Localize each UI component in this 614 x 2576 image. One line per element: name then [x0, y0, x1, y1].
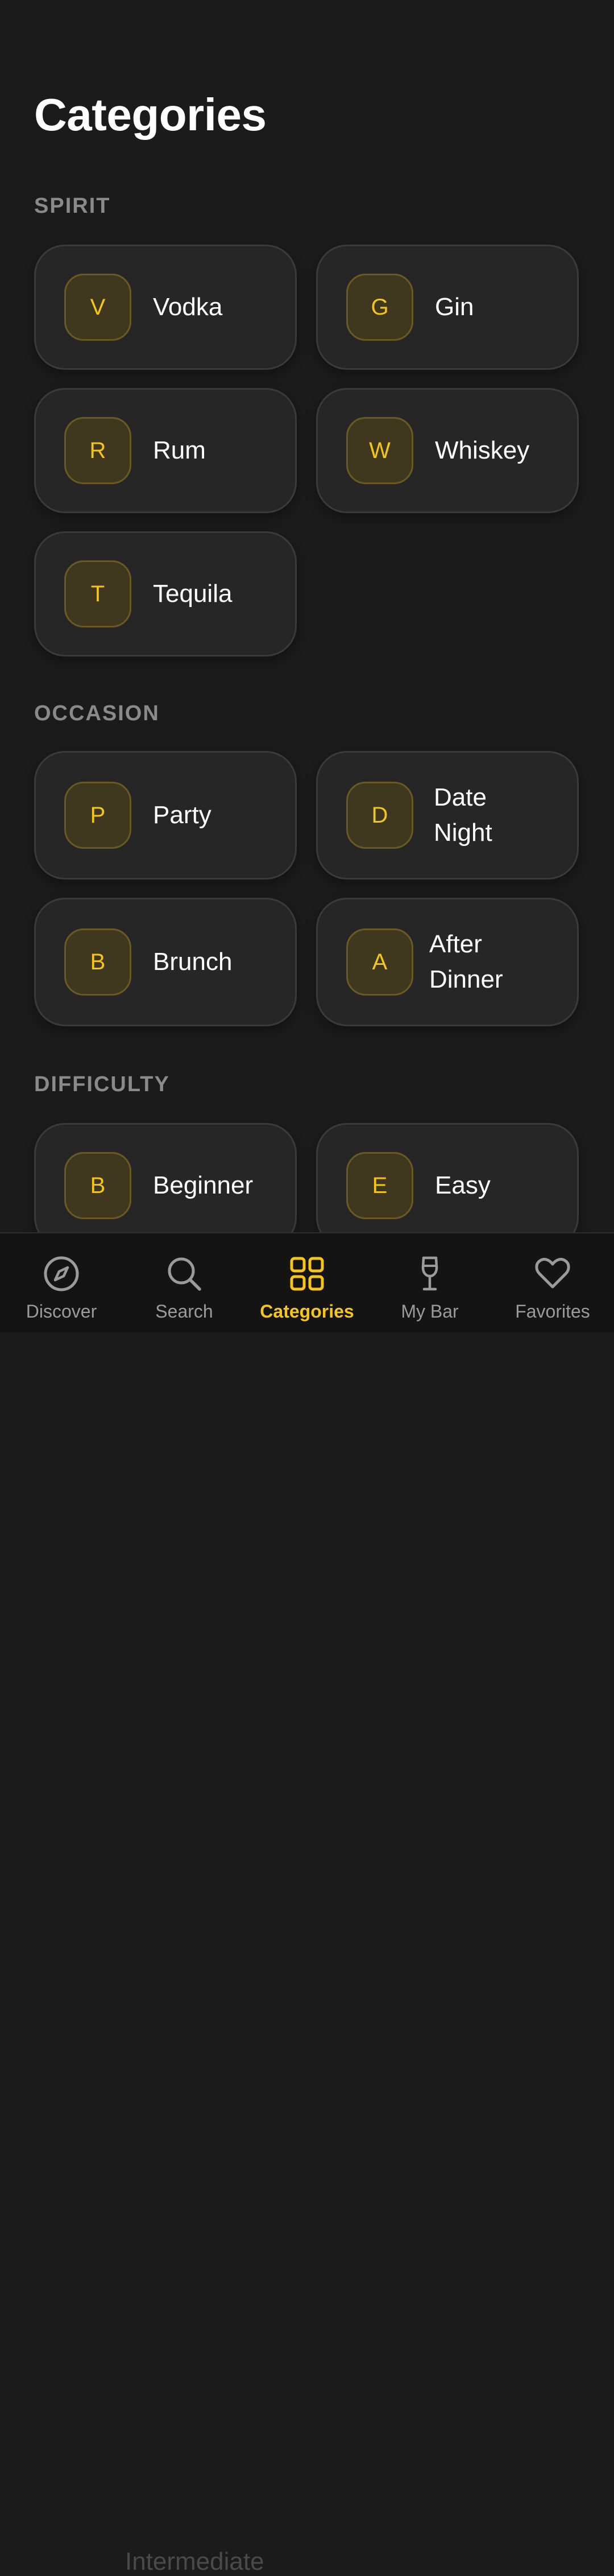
category-badge: A [346, 928, 413, 996]
category-label: Party [153, 801, 211, 829]
category-badge: P [64, 782, 131, 849]
category-card-date-night[interactable]: D Date Night [316, 751, 579, 880]
grid-icon [290, 1257, 324, 1291]
category-label: Brunch [153, 948, 233, 976]
category-label: Whiskey [435, 436, 530, 464]
nav-label: My Bar [401, 1301, 459, 1322]
category-badge: B [64, 1152, 131, 1219]
category-badge: V [64, 274, 131, 341]
compass-icon [44, 1256, 79, 1291]
page-title: Categories [34, 89, 267, 140]
category-card-beginner[interactable]: B Beginner [34, 1123, 297, 1248]
categories-screen: Categories SPIRIT V Vodka G Gin R Rum W … [0, 0, 614, 1331]
bottom-nav: Discover Search Categories My Bar Favori… [0, 1232, 614, 2575]
section-label-occasion: OCCASION [34, 701, 160, 725]
category-label: Date Night [434, 783, 492, 847]
category-card-brunch[interactable]: B Brunch [34, 898, 297, 1026]
nav-favorites[interactable]: Favorites [496, 1233, 609, 1332]
nav-label: Categories [260, 1301, 354, 1322]
nav-label: Favorites [515, 1301, 590, 1322]
category-label: Tequila [153, 580, 233, 608]
category-badge: R [64, 417, 131, 484]
category-card-party[interactable]: P Party [34, 751, 297, 880]
hidden-card-label: Intermediate [125, 2548, 264, 2575]
nav-search[interactable]: Search [127, 1233, 241, 1332]
category-label: After Dinner [429, 930, 503, 993]
section-label-difficulty: DIFFICULTY [34, 1072, 170, 1096]
category-label: Gin [435, 293, 474, 321]
category-badge: E [346, 1152, 413, 1219]
category-card-whiskey[interactable]: W Whiskey [316, 388, 579, 513]
category-card-after-dinner[interactable]: A After Dinner [316, 898, 579, 1026]
nav-my-bar[interactable]: My Bar [373, 1233, 487, 1332]
category-badge: B [64, 928, 131, 996]
section-label-spirit: SPIRIT [34, 194, 111, 218]
category-card-vodka[interactable]: V Vodka [34, 245, 297, 370]
category-label: Beginner [153, 1171, 254, 1199]
category-card-tequila[interactable]: T Tequila [34, 531, 297, 657]
heart-icon [535, 1258, 570, 1289]
nav-categories[interactable]: Categories [250, 1233, 364, 1332]
category-badge: D [346, 782, 413, 849]
category-badge: G [346, 274, 413, 341]
category-card-easy[interactable]: E Easy [316, 1123, 579, 1248]
category-label: Rum [153, 436, 206, 464]
nav-label: Discover [26, 1301, 97, 1322]
category-badge: W [346, 417, 413, 484]
category-card-rum[interactable]: R Rum [34, 388, 297, 513]
category-label: Vodka [153, 293, 223, 321]
nav-discover[interactable]: Discover [5, 1233, 118, 1332]
category-badge: T [64, 560, 131, 628]
nav-label: Search [155, 1301, 213, 1322]
wine-glass-icon [421, 1256, 438, 1291]
search-icon [168, 1257, 201, 1291]
category-card-gin[interactable]: G Gin [316, 245, 579, 370]
category-label: Easy [435, 1171, 491, 1199]
